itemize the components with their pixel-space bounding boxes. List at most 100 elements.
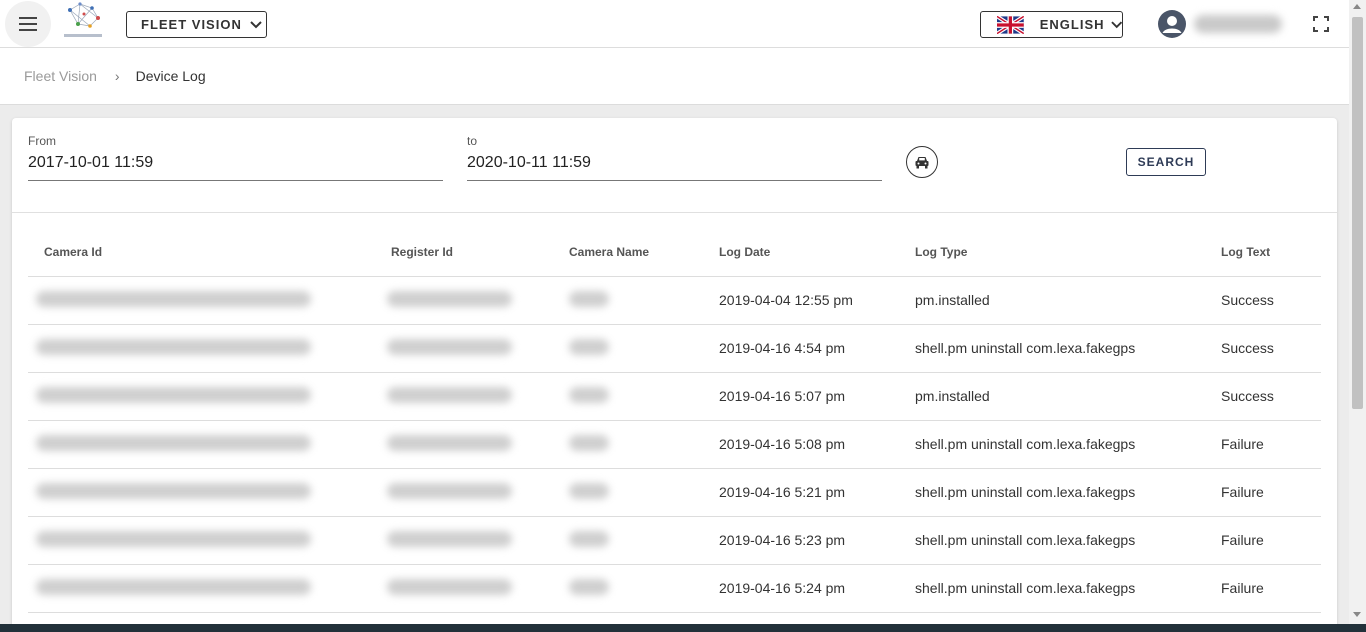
from-date-input[interactable]: 2017-10-01 11:59 [28, 154, 443, 181]
breadcrumb-current: Device Log [135, 68, 206, 84]
cell-log-text: Success [1221, 276, 1321, 325]
table-row[interactable]: 2019-04-16 5:07 pm pm.installed Success [28, 372, 1321, 421]
cell-camera-name [569, 372, 719, 421]
device-log-table: Camera Id Register Id Camera Name Log Da… [28, 228, 1321, 613]
redacted-camera-name [569, 482, 609, 499]
redacted-register-id [387, 482, 512, 499]
redacted-camera-name [569, 434, 609, 451]
user-avatar-icon[interactable] [1158, 10, 1186, 38]
chevron-down-icon [1110, 20, 1122, 28]
cell-log-date: 2019-04-16 5:24 pm [719, 564, 915, 613]
breadcrumb-parent-link[interactable]: Fleet Vision [24, 68, 97, 84]
language-selector-dropdown[interactable]: ENGLISH [980, 11, 1123, 38]
column-header-camera-id[interactable]: Camera Id [28, 228, 391, 277]
cell-camera-id [28, 468, 391, 517]
redacted-camera-name [569, 578, 609, 595]
cell-log-date: 2019-04-16 5:07 pm [719, 372, 915, 421]
redacted-camera-name [569, 530, 609, 547]
cell-camera-name [569, 564, 719, 613]
user-name-redacted[interactable] [1194, 15, 1282, 33]
redacted-register-id [387, 290, 512, 307]
cell-camera-name [569, 468, 719, 517]
cell-log-date: 2019-04-04 12:55 pm [719, 276, 915, 325]
vehicle-select-button[interactable] [906, 146, 938, 178]
redacted-camera-id [36, 290, 311, 307]
from-date-field[interactable]: From 2017-10-01 11:59 [28, 134, 443, 181]
hamburger-menu-icon[interactable] [5, 1, 51, 47]
cell-camera-id [28, 372, 391, 421]
table-row[interactable]: 2019-04-16 4:54 pm shell.pm uninstall co… [28, 324, 1321, 373]
redacted-camera-id [36, 386, 311, 403]
fullscreen-icon[interactable] [1312, 15, 1330, 33]
cell-log-text: Failure [1221, 516, 1321, 565]
language-label: ENGLISH [1039, 17, 1105, 32]
column-header-log-text[interactable]: Log Text [1221, 228, 1321, 277]
redacted-register-id [387, 386, 512, 403]
to-date-field[interactable]: to 2020-10-11 11:59 [467, 134, 882, 181]
os-taskbar [0, 624, 1366, 632]
top-app-bar: FLEET VISION ENGLISH [0, 0, 1349, 48]
cell-register-id [387, 564, 569, 613]
redacted-camera-id [36, 482, 311, 499]
cell-log-text: Failure [1221, 468, 1321, 517]
breadcrumb: Fleet Vision › Device Log [0, 48, 1349, 105]
table-row[interactable]: 2019-04-16 5:24 pm shell.pm uninstall co… [28, 564, 1321, 613]
redacted-register-id [387, 530, 512, 547]
cell-log-type: shell.pm uninstall com.lexa.fakegps [915, 420, 1221, 469]
cell-log-type: shell.pm uninstall com.lexa.fakegps [915, 324, 1221, 373]
redacted-camera-name [569, 290, 609, 307]
to-date-input[interactable]: 2020-10-11 11:59 [467, 154, 882, 181]
redacted-register-id [387, 578, 512, 595]
cell-log-text: Failure [1221, 564, 1321, 613]
cell-log-date: 2019-04-16 5:08 pm [719, 420, 915, 469]
table-row[interactable]: 2019-04-16 5:23 pm shell.pm uninstall co… [28, 516, 1321, 565]
column-header-log-type[interactable]: Log Type [915, 228, 1221, 277]
redacted-camera-name [569, 338, 609, 355]
redacted-camera-id [36, 530, 311, 547]
cell-camera-id [28, 516, 391, 565]
app-selector-label: FLEET VISION [141, 17, 242, 32]
table-row[interactable]: 2019-04-16 5:08 pm shell.pm uninstall co… [28, 420, 1321, 469]
breadcrumb-separator: › [114, 68, 120, 84]
redacted-camera-id [36, 578, 311, 595]
cell-log-type: shell.pm uninstall com.lexa.fakegps [915, 516, 1221, 565]
redacted-camera-name [569, 386, 609, 403]
column-header-log-date[interactable]: Log Date [719, 228, 915, 277]
cell-camera-name [569, 516, 719, 565]
cell-log-type: shell.pm uninstall com.lexa.fakegps [915, 564, 1221, 613]
cell-log-text: Success [1221, 372, 1321, 421]
page-scrollbar[interactable] [1349, 0, 1366, 624]
cell-camera-id [28, 564, 391, 613]
cell-register-id [387, 468, 569, 517]
cell-register-id [387, 516, 569, 565]
cell-log-type: pm.installed [915, 372, 1221, 421]
column-header-camera-name[interactable]: Camera Name [569, 228, 719, 277]
cell-camera-id [28, 276, 391, 325]
cell-log-text: Failure [1221, 420, 1321, 469]
cell-log-date: 2019-04-16 5:21 pm [719, 468, 915, 517]
cell-register-id [387, 372, 569, 421]
cell-camera-id [28, 324, 391, 373]
column-header-register-id[interactable]: Register Id [391, 228, 569, 277]
app-selector-dropdown[interactable]: FLEET VISION [126, 11, 267, 38]
chevron-down-icon [250, 20, 262, 28]
scroll-up-arrow-icon[interactable] [1353, 4, 1361, 9]
redacted-register-id [387, 338, 512, 355]
search-button[interactable]: SEARCH [1126, 148, 1206, 176]
from-date-label: From [28, 134, 56, 148]
device-log-card: From 2017-10-01 11:59 to 2020-10-11 11:5… [12, 118, 1337, 632]
divider [12, 212, 1337, 213]
scrollbar-thumb[interactable] [1352, 17, 1363, 409]
cell-camera-id [28, 420, 391, 469]
table-row[interactable]: 2019-04-04 12:55 pm pm.installed Success [28, 276, 1321, 325]
cell-log-type: shell.pm uninstall com.lexa.fakegps [915, 468, 1221, 517]
redacted-register-id [387, 434, 512, 451]
scroll-down-arrow-icon[interactable] [1353, 612, 1361, 617]
cell-log-date: 2019-04-16 4:54 pm [719, 324, 915, 373]
cell-camera-name [569, 324, 719, 373]
network-logo-icon[interactable] [62, 0, 104, 42]
cell-camera-name [569, 276, 719, 325]
cell-log-date: 2019-04-16 5:23 pm [719, 516, 915, 565]
table-row[interactable]: 2019-04-16 5:21 pm shell.pm uninstall co… [28, 468, 1321, 517]
cell-log-text: Success [1221, 324, 1321, 373]
